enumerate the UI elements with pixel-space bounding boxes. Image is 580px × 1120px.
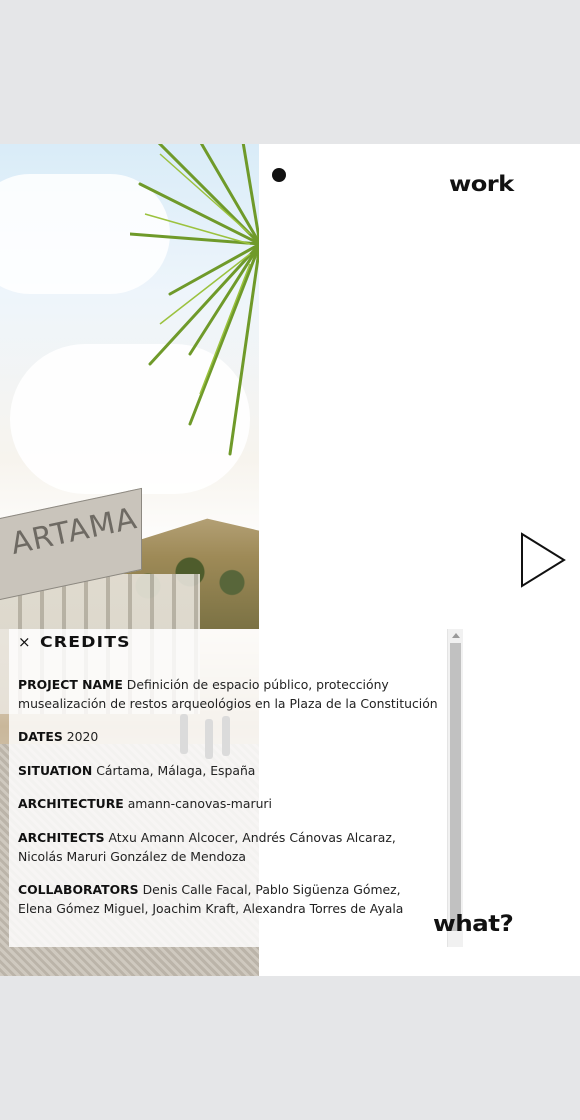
credits-scrollbar[interactable]	[447, 629, 463, 947]
work-link[interactable]: work	[449, 172, 514, 196]
credit-label: COLLABORATORS	[18, 882, 139, 898]
photo-palm	[130, 144, 259, 456]
credits-list: PROJECT NAME Definición de espacio públi…	[18, 676, 438, 933]
scroll-up-arrow-icon[interactable]	[452, 633, 460, 638]
credit-row-dates: DATES 2020	[18, 728, 438, 747]
credit-label: SITUATION	[18, 762, 93, 778]
credit-value: Cártama, Málaga, España	[96, 762, 256, 778]
scroll-thumb[interactable]	[450, 643, 461, 931]
credits-header: × CREDITS	[18, 633, 130, 651]
credits-panel: × CREDITS PROJECT NAME Definición de esp…	[9, 629, 463, 947]
credit-row-project-name: PROJECT NAME Definición de espacio públi…	[18, 676, 438, 713]
credit-label: ARCHITECTS	[18, 829, 105, 845]
credit-value: 2020	[66, 729, 99, 745]
credit-label: DATES	[18, 729, 63, 745]
page-frame: ARTAMA work × CREDITS PROJECT NAME Defin…	[0, 144, 580, 976]
credit-row-architecture: ARCHITECTURE amann-canovas-maruri	[18, 795, 438, 814]
close-icon[interactable]: ×	[18, 633, 36, 651]
credit-value: amann-canovas-maruri	[127, 796, 272, 812]
credit-row-architects: ARCHITECTS Atxu Amann Alcocer, Andrés Cá…	[18, 829, 438, 866]
credit-label: PROJECT NAME	[18, 677, 123, 692]
filled-circle-icon	[272, 168, 286, 182]
credit-row-situation: SITUATION Cártama, Málaga, España	[18, 762, 438, 781]
credits-title: CREDITS	[40, 633, 131, 651]
play-triangle-outline-icon[interactable]	[519, 532, 567, 588]
credit-label: ARCHITECTURE	[18, 796, 124, 812]
what-link[interactable]: what?	[433, 912, 514, 937]
credit-row-collaborators: COLLABORATORS Denis Calle Facal, Pablo S…	[18, 881, 438, 918]
